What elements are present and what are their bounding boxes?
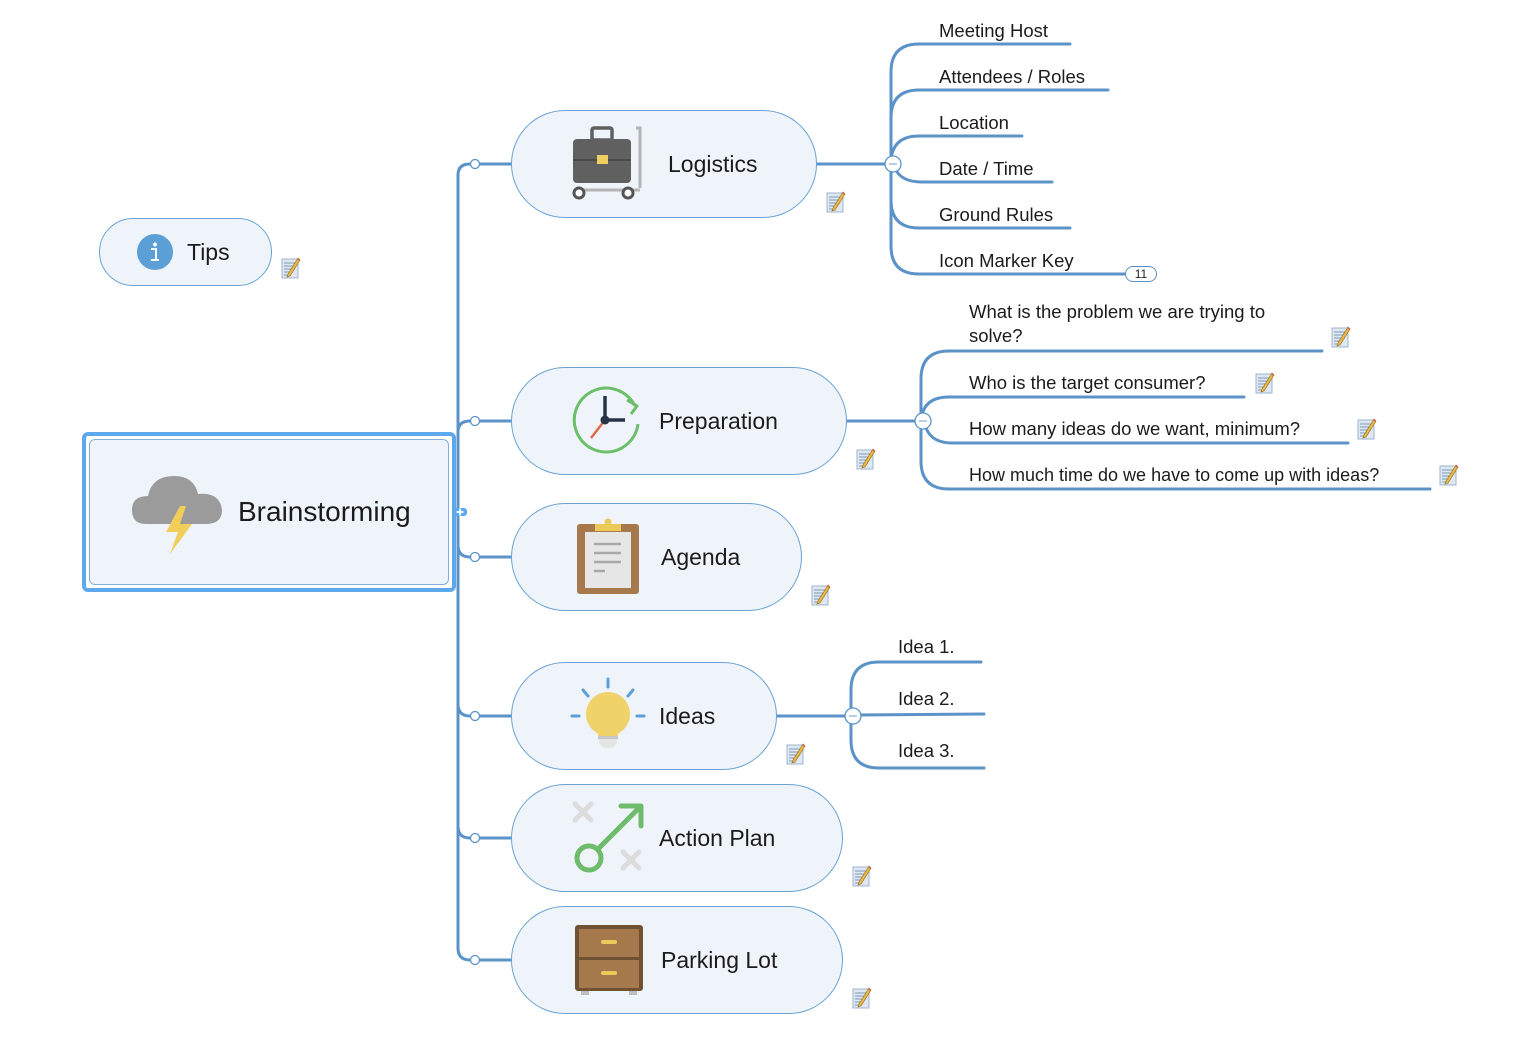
junction-dot-ideas [469, 710, 481, 722]
parking-lot-label: Parking Lot [661, 946, 778, 973]
floating-topic-tips[interactable]: Tips [99, 218, 272, 286]
clock-refresh-icon [572, 386, 640, 454]
topic-parking-lot[interactable]: Parking Lot [511, 906, 843, 1014]
note-icon[interactable] [281, 257, 301, 279]
subtopic-problem-line1: What is the problem we are trying to [969, 301, 1266, 322]
note-icon[interactable] [852, 987, 872, 1009]
connector-preparation [456, 419, 514, 434]
topic-agenda[interactable]: Agenda [511, 503, 802, 611]
subtopic-time-available[interactable]: How much time do we have to come up with… [969, 464, 1379, 486]
note-icon[interactable] [852, 865, 872, 887]
note-icon[interactable] [856, 448, 876, 470]
preparation-label: Preparation [659, 407, 778, 434]
note-icon[interactable] [1255, 372, 1275, 394]
note-icon[interactable] [786, 743, 806, 765]
file-cabinet-icon [575, 925, 643, 995]
subtopic-idea-3[interactable]: Idea 3. [898, 740, 955, 762]
subtopic-problem-question[interactable]: What is the problem we are trying to sol… [969, 301, 1265, 347]
connector-idea-2 [856, 712, 986, 717]
topic-action-plan[interactable]: Action Plan [511, 784, 843, 892]
connector-trunk [456, 162, 472, 962]
note-icon[interactable] [1357, 418, 1377, 440]
agenda-label: Agenda [661, 543, 741, 570]
central-topic[interactable]: Brainstorming [82, 432, 456, 592]
collapse-toggle-logistics[interactable] [884, 155, 902, 173]
connector-meeting-host [889, 42, 1072, 166]
logistics-label: Logistics [668, 150, 758, 177]
add-subtopic-handle[interactable] [452, 503, 468, 521]
topic-logistics[interactable]: Logistics [511, 110, 817, 218]
collapse-toggle-preparation[interactable] [914, 412, 932, 430]
connector-ideas [456, 702, 514, 718]
note-icon[interactable] [1439, 464, 1459, 486]
subtopic-icon-marker-key[interactable]: Icon Marker Key [939, 250, 1074, 272]
subtopic-date-time[interactable]: Date / Time [939, 158, 1034, 180]
lightbulb-icon [570, 677, 646, 748]
subtopic-attendees-roles[interactable]: Attendees / Roles [939, 66, 1085, 88]
action-plan-label: Action Plan [659, 824, 776, 851]
subtopic-idea-1[interactable]: Idea 1. [898, 636, 955, 658]
junction-dot-agenda [469, 551, 481, 563]
junction-dot-action-plan [469, 832, 481, 844]
tips-label: Tips [187, 238, 230, 265]
subtopic-target-consumer[interactable]: Who is the target consumer? [969, 372, 1206, 394]
subtopic-problem-line2: solve? [969, 325, 1023, 346]
ideas-label: Ideas [659, 702, 716, 729]
note-icon[interactable] [826, 191, 846, 213]
subtopic-ground-rules[interactable]: Ground Rules [939, 204, 1053, 226]
junction-dot-logistics [469, 158, 481, 170]
junction-dot-parking-lot [469, 954, 481, 966]
clipboard-icon [577, 518, 639, 594]
connector-agenda [456, 543, 514, 559]
subtopic-location[interactable]: Location [939, 112, 1009, 134]
junction-dot-preparation [469, 415, 481, 427]
subtopic-ideas-minimum[interactable]: How many ideas do we want, minimum? [969, 418, 1300, 440]
collapsed-count-badge[interactable]: 11 [1125, 266, 1157, 282]
note-icon[interactable] [1331, 326, 1351, 348]
subtopic-idea-2[interactable]: Idea 2. [898, 688, 955, 710]
central-topic-label: Brainstorming [238, 496, 411, 527]
topic-preparation[interactable]: Preparation [511, 367, 847, 475]
subtopic-meeting-host[interactable]: Meeting Host [939, 20, 1048, 42]
strategy-arrow-icon [572, 801, 644, 873]
info-icon [137, 234, 173, 270]
storm-cloud-icon [132, 476, 222, 554]
note-icon[interactable] [811, 584, 831, 606]
luggage-cart-icon [572, 126, 642, 200]
connector-action-plan [456, 824, 514, 840]
collapse-toggle-ideas[interactable] [844, 707, 862, 725]
connector-location [889, 134, 1024, 162]
topic-ideas[interactable]: Ideas [511, 662, 777, 770]
